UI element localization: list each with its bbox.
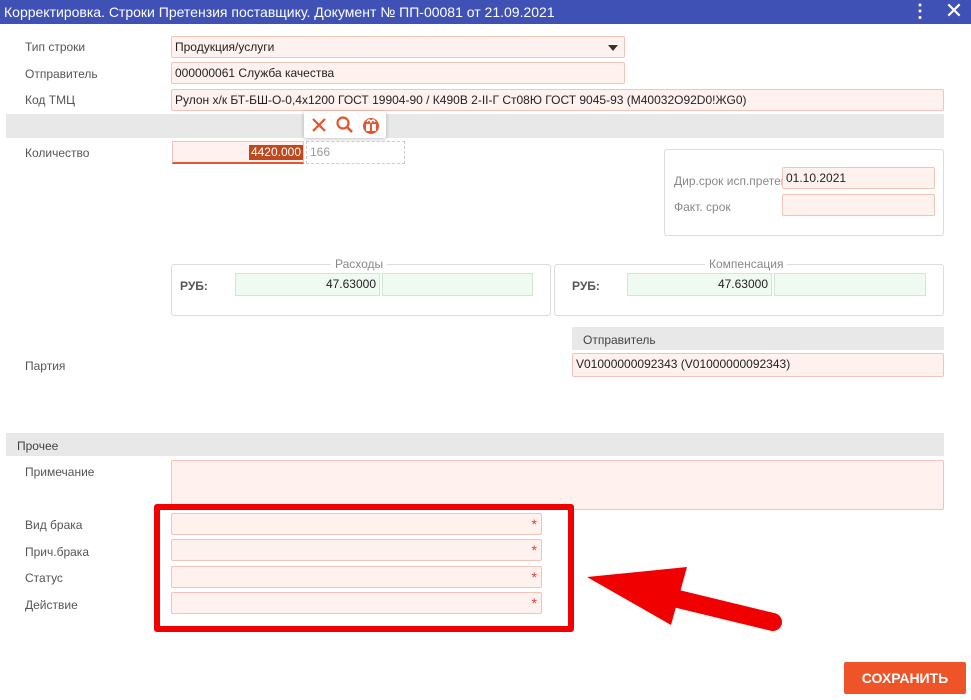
compensation-value-field[interactable]: 47.63000 bbox=[627, 273, 772, 296]
other-section-header bbox=[6, 433, 944, 456]
batch-field[interactable]: V01000000092343 (V01000000092343) bbox=[572, 353, 944, 377]
sender-field[interactable]: 000000061 Служба качества bbox=[171, 62, 625, 84]
dir-deadline-value: 01.10.2021 bbox=[786, 171, 847, 185]
status-label: Статус bbox=[25, 571, 63, 585]
dir-deadline-field[interactable]: 01.10.2021 bbox=[782, 167, 935, 189]
fact-deadline-field[interactable] bbox=[782, 194, 935, 216]
row-type-value: Продукция/услуги bbox=[175, 40, 275, 54]
tmc-code-value: Рулон х/к БТ-БШ-О-0,4х1200 ГОСТ 19904-90… bbox=[175, 93, 747, 107]
window-title-bar: Корректировка. Строки Претензия поставщи… bbox=[0, 0, 971, 24]
other-section-title: Прочее bbox=[17, 439, 59, 453]
action-label: Действие bbox=[25, 598, 78, 612]
row-type-label: Тип строки bbox=[25, 40, 86, 54]
batch-label: Партия bbox=[25, 359, 66, 373]
close-icon[interactable]: ✕ bbox=[940, 0, 968, 24]
compensation-extra-field[interactable] bbox=[774, 273, 926, 296]
quantity-extra[interactable]: 166 bbox=[306, 141, 405, 164]
row-type-select[interactable]: Продукция/услуги bbox=[171, 36, 625, 58]
sender-label: Отправитель bbox=[25, 67, 98, 81]
gift-icon[interactable] bbox=[360, 114, 382, 136]
expenses-value: 47.63000 bbox=[325, 277, 376, 291]
defect-reason-label: Прич.брака bbox=[25, 545, 89, 559]
defect-type-label: Вид брака bbox=[25, 518, 83, 532]
expenses-value-field[interactable]: 47.63000 bbox=[235, 273, 380, 296]
fact-deadline-label: Факт. срок bbox=[674, 200, 731, 214]
sender-section-title: Отправитель bbox=[583, 333, 656, 347]
compensation-currency: РУБ: bbox=[572, 279, 600, 293]
quantity-extra-value: 166 bbox=[310, 145, 331, 159]
tmc-code-field[interactable]: Рулон х/к БТ-БШ-О-0,4х1200 ГОСТ 19904-90… bbox=[171, 89, 944, 111]
compensation-legend: Компенсация bbox=[705, 257, 788, 271]
expenses-extra-field[interactable] bbox=[382, 273, 533, 296]
search-icon[interactable] bbox=[334, 114, 356, 136]
sender-value: 000000061 Служба качества bbox=[175, 66, 335, 80]
quantity-value: 4420.000 bbox=[248, 145, 303, 160]
window-title: Корректировка. Строки Претензия поставщи… bbox=[4, 4, 555, 20]
tmc-code-label: Код ТМЦ bbox=[25, 93, 75, 107]
quantity-field[interactable]: 4420.000 bbox=[172, 141, 304, 164]
deadlines-box bbox=[664, 149, 944, 236]
chevron-down-icon bbox=[608, 45, 618, 51]
dir-deadline-label: Дир.срок исп.претенз. bbox=[674, 174, 797, 188]
field-tools-popup bbox=[304, 111, 386, 138]
highlight-frame bbox=[154, 504, 574, 632]
clear-icon[interactable] bbox=[308, 114, 330, 136]
highlight-arrow-icon bbox=[587, 567, 782, 631]
quantity-label: Количество bbox=[25, 146, 90, 160]
batch-value: V01000000092343 (V01000000092343) bbox=[576, 357, 791, 371]
note-label: Примечание bbox=[25, 465, 95, 479]
expenses-currency: РУБ: bbox=[180, 279, 208, 293]
section-separator bbox=[6, 114, 944, 138]
more-vert-icon[interactable]: ⋮ bbox=[910, 0, 930, 24]
expenses-legend: Расходы bbox=[331, 257, 388, 271]
compensation-value: 47.63000 bbox=[717, 277, 768, 291]
note-textarea[interactable] bbox=[171, 460, 944, 510]
save-button[interactable]: СОХРАНИТЬ bbox=[844, 662, 966, 694]
